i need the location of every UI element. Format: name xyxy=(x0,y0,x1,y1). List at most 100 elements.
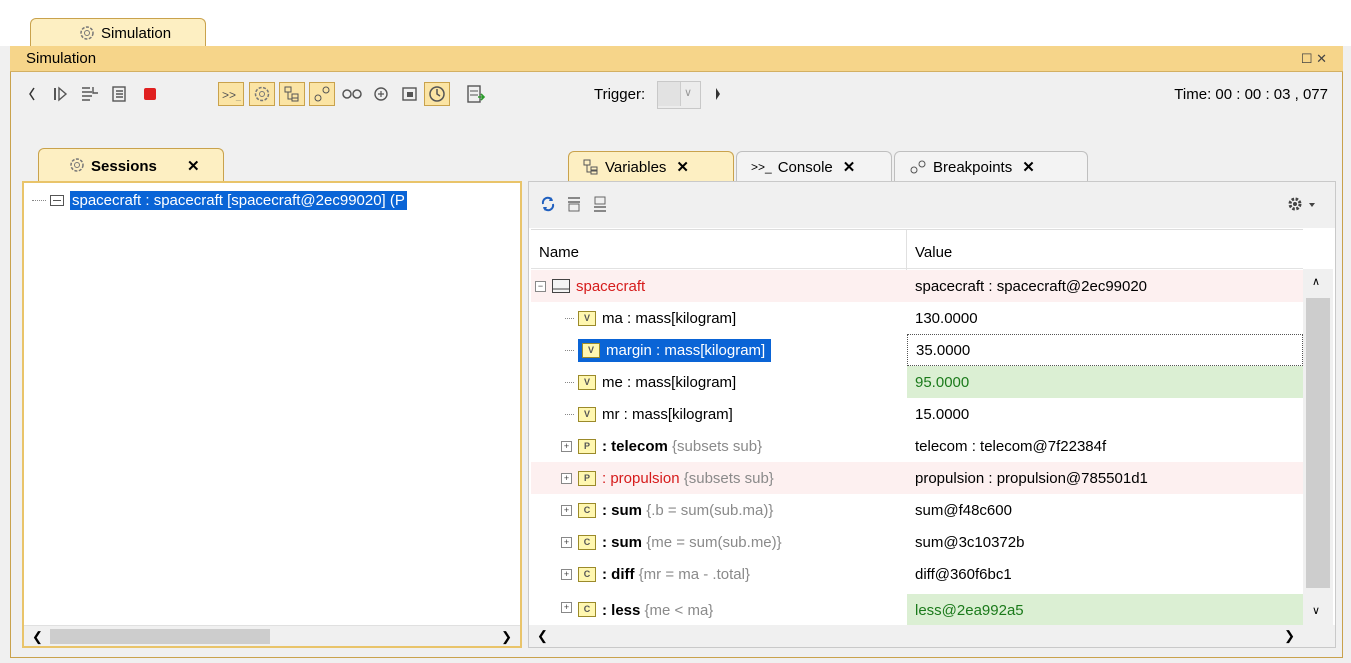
constraint-property-icon: C xyxy=(578,534,596,550)
table-row[interactable]: + C : diff {mr = ma - .total} diff@360f6… xyxy=(531,558,1303,590)
expand-icon[interactable]: + xyxy=(561,602,572,613)
variables-horizontal-scrollbar[interactable]: ❮ ❯ xyxy=(529,625,1335,647)
sessions-horizontal-scrollbar[interactable]: ❮ ❯ xyxy=(24,625,520,646)
collapse-all-icon[interactable] xyxy=(587,192,613,216)
step-into-icon[interactable] xyxy=(77,82,103,106)
table-row[interactable]: V me : mass[kilogram] 95.0000 xyxy=(531,366,1303,398)
table-row[interactable]: + P : propulsion {subsets sub} propulsio… xyxy=(531,462,1303,494)
close-icon[interactable]: ✕ xyxy=(187,157,200,175)
row-constraint: {subsets sub} xyxy=(683,469,774,487)
breakpoints-icon xyxy=(909,159,927,175)
block-instance-icon xyxy=(552,279,570,293)
scroll-left-icon[interactable]: ❮ xyxy=(32,629,43,645)
row-value[interactable]: 35.0000 xyxy=(907,334,1303,366)
close-icon[interactable]: ✕ xyxy=(843,158,856,176)
resume-icon[interactable] xyxy=(47,82,73,106)
row-value: 130.0000 xyxy=(915,309,978,327)
trigger-select[interactable]: ∨ xyxy=(657,81,701,109)
mock-icon[interactable] xyxy=(368,82,394,106)
row-name: : less xyxy=(602,602,641,619)
part-property-icon: P xyxy=(578,438,596,454)
stop-icon[interactable] xyxy=(137,82,163,106)
variables-icon xyxy=(583,159,599,175)
sessions-tree: spacecraft : spacecraft [spacecraft@2ec9… xyxy=(22,181,522,648)
close-icon[interactable]: ✕ xyxy=(1022,158,1035,176)
row-name: mr : mass[kilogram] xyxy=(602,405,733,423)
trigger-signal-icon[interactable] xyxy=(463,82,489,106)
tree-connector xyxy=(32,200,46,201)
sessions-toggle-icon[interactable] xyxy=(249,82,275,106)
scroll-thumb[interactable] xyxy=(1306,298,1330,588)
tab-console-label: Console xyxy=(777,158,833,176)
settings-gear-icon[interactable] xyxy=(1283,192,1323,216)
constraint-property-icon: C xyxy=(578,502,596,518)
toolbar-left-arrow-icon[interactable] xyxy=(19,82,45,106)
toolbar-right-arrow-icon[interactable] xyxy=(705,82,731,106)
session-item[interactable]: spacecraft : spacecraft [spacecraft@2ec9… xyxy=(32,191,407,210)
variables-toolbar xyxy=(529,182,1335,228)
column-header-value[interactable]: Value xyxy=(915,244,952,261)
tree-connector xyxy=(565,413,574,415)
value-property-icon: V xyxy=(582,342,600,358)
variables-toggle-icon[interactable] xyxy=(279,82,305,106)
expand-all-icon[interactable] xyxy=(561,192,587,216)
row-name: me : mass[kilogram] xyxy=(602,373,737,391)
row-name: ma : mass[kilogram] xyxy=(602,309,737,327)
expand-icon[interactable]: + xyxy=(561,536,572,548)
simulation-gear-icon xyxy=(79,25,95,41)
breakpoints-toggle-icon[interactable] xyxy=(309,82,335,106)
trigger-label: Trigger: xyxy=(594,86,646,103)
svg-text:>>_: >>_ xyxy=(222,88,241,101)
step-over-icon[interactable] xyxy=(107,82,133,106)
export-icon[interactable] xyxy=(397,82,423,106)
row-name: : propulsion xyxy=(602,469,680,487)
scroll-right-icon[interactable]: ❯ xyxy=(1284,628,1295,644)
expand-icon[interactable]: + xyxy=(561,440,572,452)
session-node-icon xyxy=(50,195,64,206)
row-name: : telecom xyxy=(602,437,668,455)
table-row[interactable]: − spacecraft spacecraft : spacecraft@2ec… xyxy=(531,270,1303,302)
simulation-window-tab[interactable]: Simulation xyxy=(30,18,206,48)
row-value: less@2ea992a5 xyxy=(907,594,1303,625)
table-row[interactable]: V ma : mass[kilogram] 130.0000 xyxy=(531,302,1303,334)
scroll-left-icon[interactable]: ❮ xyxy=(537,628,548,644)
row-constraint: {mr = ma - .total} xyxy=(638,565,750,583)
row-value: 15.0000 xyxy=(915,405,970,423)
tab-sessions[interactable]: Sessions ✕ xyxy=(38,148,224,182)
tab-console[interactable]: >>_ Console ✕ xyxy=(736,151,892,182)
animation-icon[interactable] xyxy=(339,82,365,106)
console-toggle-icon[interactable]: >>_ xyxy=(218,82,244,106)
scroll-right-icon[interactable]: ❯ xyxy=(501,629,512,645)
expand-icon[interactable]: + xyxy=(561,568,572,580)
table-row[interactable]: + C : sum {me = sum(sub.me)} sum@3c10372… xyxy=(531,526,1303,558)
tab-variables[interactable]: Variables ✕ xyxy=(568,151,734,182)
tab-breakpoints[interactable]: Breakpoints ✕ xyxy=(894,151,1088,182)
expand-icon[interactable]: + xyxy=(561,472,572,484)
row-value: propulsion : propulsion@785501d1 xyxy=(907,462,1303,494)
row-name: : sum xyxy=(602,533,643,551)
simulation-titlebar: Simulation ☐ ✕ xyxy=(10,46,1343,72)
collapse-icon[interactable]: − xyxy=(535,280,546,292)
scroll-down-icon[interactable]: ∨ xyxy=(1312,604,1320,617)
tab-sessions-label: Sessions xyxy=(91,158,157,175)
session-item-label: spacecraft : spacecraft [spacecraft@2ec9… xyxy=(70,191,407,210)
console-icon: >>_ xyxy=(751,160,772,174)
close-icon[interactable]: ✕ xyxy=(676,158,689,176)
scroll-thumb[interactable] xyxy=(50,629,270,644)
tab-variables-label: Variables xyxy=(605,158,667,176)
window-controls[interactable]: ☐ ✕ xyxy=(1301,51,1327,67)
scroll-up-icon[interactable]: ∧ xyxy=(1312,275,1320,288)
table-row[interactable]: + P : telecom {subsets sub} telecom : te… xyxy=(531,430,1303,462)
expand-icon[interactable]: + xyxy=(561,504,572,516)
value-property-icon: V xyxy=(578,406,596,422)
table-row[interactable]: + C : sum {.b = sum(sub.ma)} sum@f48c600 xyxy=(531,494,1303,526)
part-property-icon: P xyxy=(578,470,596,486)
row-constraint: {me < ma} xyxy=(644,602,714,619)
table-row[interactable]: V margin : mass[kilogram] 35.0000 xyxy=(531,334,1303,366)
table-row[interactable]: + C : less {me < ma} less@2ea992a5 xyxy=(531,594,1303,625)
timer-toggle-icon[interactable] xyxy=(424,82,450,106)
refresh-icon[interactable] xyxy=(535,192,561,216)
column-header-name[interactable]: Name xyxy=(539,244,579,261)
constraint-property-icon: C xyxy=(578,602,596,617)
table-row[interactable]: V mr : mass[kilogram] 15.0000 xyxy=(531,398,1303,430)
